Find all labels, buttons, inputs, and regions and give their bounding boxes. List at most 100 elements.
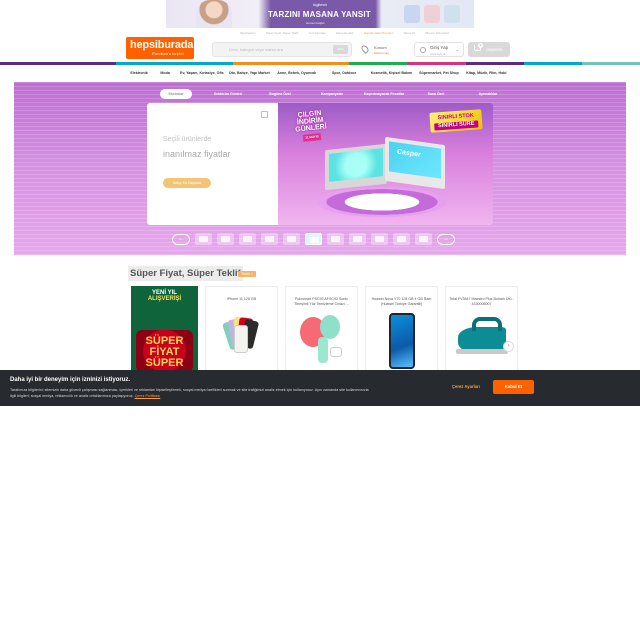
category-item[interactable]: Süpermarket, Pet Shop (415, 65, 462, 81)
slide-cta-button[interactable]: Satışı Ka Kaçırma (163, 178, 211, 188)
share-icon[interactable] (261, 111, 268, 118)
utility-link[interactable]: Hepsiburada Premium (364, 31, 394, 35)
carousel-thumb[interactable] (371, 233, 388, 245)
category-item[interactable]: Kitap, Müzik, Film, Hobi (463, 65, 510, 81)
product-image (298, 313, 346, 365)
category-nav: Elektronik Moda Ev, Yaşam, Kırtasiye, Of… (126, 65, 510, 81)
chevron-down-icon: ⌄ (455, 47, 459, 52)
carousel-thumb[interactable] (261, 233, 278, 245)
cookie-body: Tarafımıza bilgilerini; sitemizin daha g… (10, 388, 370, 399)
product-image (454, 313, 510, 357)
color-bar-segment (58, 62, 117, 65)
product-name: iPhone 11 128 GB (226, 297, 257, 301)
promo-date: 31 MAYIS (302, 133, 322, 142)
product-image (221, 313, 260, 365)
banner-headline: TARZINI MASANA YANSIT (268, 10, 371, 19)
banner-product-image (444, 5, 460, 23)
page: logitech TARZINI MASANA YANSIT Hemen keş… (0, 0, 640, 640)
product-card[interactable]: Tefal FV3847 Maestro Plus Buharlı Ütü - … (445, 286, 518, 376)
slide-stock-ribbon: SINIRLI STOK SINIRLI SÜRE (429, 109, 483, 133)
product-card[interactable]: Huawei Nova Y70 128 GB 4 GB Ram (Huawei … (365, 286, 438, 376)
laptop-image: Casper (385, 136, 445, 190)
category-item[interactable]: Elektronik (126, 65, 152, 81)
carousel-next-button[interactable]: → (437, 233, 455, 245)
category-item[interactable]: Spor, Outdoor (320, 65, 367, 81)
search-bar[interactable]: Ürün, kategori veya marka ara ARA (212, 42, 352, 57)
hero-slide[interactable]: Seçili ürünlerde inanılmaz fiyatlar Satı… (147, 103, 493, 225)
product-card[interactable]: Polosmart PSC92 AFSC92 Sonic Titreşimli … (285, 286, 358, 376)
utility-link[interactable]: Siparişlerim (240, 31, 256, 35)
carousel-thumb[interactable] (327, 233, 344, 245)
promo-card-title: YENİ YIL ALIŞVERİŞİ (131, 290, 198, 302)
product-carousel-next-button[interactable]: › (503, 341, 514, 352)
category-item[interactable]: Oto, Bahçe, Yapı Market (226, 65, 273, 81)
category-item[interactable]: Ev, Yaşam, Kırtasiye, Ofis (178, 65, 225, 81)
promo-card[interactable]: YENİ YIL ALIŞVERİŞİ SÜPER FİYAT SÜPER (131, 286, 198, 376)
product-name: Polosmart PSC92 AFSC92 Sonic Titreşimli … (294, 297, 349, 306)
slide-promo-badge: ÇILGIN İNDİRİM GÜNLERİ 31 MAYIS (285, 109, 336, 148)
utility-link[interactable]: Yurt dışından (308, 31, 326, 35)
product-card[interactable]: iPhone 11 128 GB (205, 286, 278, 376)
promo-card-slogan: SÜPER FİYAT SÜPER (131, 336, 198, 369)
location-pin-icon (360, 44, 370, 54)
cookie-settings-link[interactable]: Çerez Ayarları (452, 384, 480, 389)
hero-tab[interactable]: Bugüne Özel (254, 92, 306, 96)
hero-tab[interactable]: Ekstralar (160, 89, 192, 99)
laptop-image (325, 143, 387, 191)
utility-link[interactable]: Müşteri Hizmetleri (425, 31, 449, 35)
carousel-thumb[interactable] (239, 233, 256, 245)
carousel-thumb[interactable] (349, 233, 366, 245)
premium-prefix: Premium'u (152, 51, 171, 56)
category-item[interactable]: Anne, Bebek, Oyuncak (273, 65, 320, 81)
utility-bar: Siparişlerim Süper Fiyat, Süper Teklif Y… (240, 31, 449, 35)
cart-button[interactable]: 0 Sepetim (468, 42, 510, 57)
hero-tab[interactable]: Sektörün Günleri (202, 92, 254, 96)
product-name: Huawei Nova Y70 128 GB 4 GB Ram (Huawei … (371, 297, 432, 306)
hero-tab[interactable]: Sana Özel (410, 92, 462, 96)
product-carousel: YENİ YIL ALIŞVERİŞİ SÜPER FİYAT SÜPER iPhon… (131, 286, 518, 376)
carousel-thumb[interactable] (393, 233, 410, 245)
cookie-policy-link[interactable]: Çerez Politikası (135, 394, 161, 398)
carousel-thumb-active[interactable] (305, 233, 322, 245)
promo-card-line: ALIŞVERİŞİ (147, 296, 182, 302)
utility-link[interactable]: Süper Fiyat, Süper Teklif (266, 31, 299, 35)
color-bar-segment (0, 62, 59, 65)
banner-sub: Hemen keşfet (306, 21, 325, 25)
login-button[interactable]: Giriş Yap veya üye ol ⌄ (414, 42, 464, 57)
laptop-screen (329, 148, 383, 182)
hero-tab[interactable]: Kampanyalar (306, 92, 358, 96)
color-bar-segment (581, 62, 640, 65)
product-image (388, 313, 415, 369)
logo-text: hepsiburada (130, 39, 194, 51)
category-item[interactable]: Moda (152, 65, 178, 81)
laptop-screen (389, 141, 441, 179)
search-button[interactable]: ARA (333, 45, 348, 54)
hepsiburada-logo[interactable]: hepsiburada Premium'u keşfet (126, 37, 194, 59)
cookie-accept-button[interactable]: Kabul Et (493, 380, 534, 394)
login-title: Giriş Yap (430, 45, 449, 50)
location-title: Konum (374, 45, 387, 50)
slide-subtitle: Seçili ürünlerde (163, 136, 212, 143)
carousel-thumb[interactable] (195, 233, 212, 245)
cookie-body-text: Tarafımıza bilgilerini; sitemizin daha g… (10, 388, 369, 398)
search-input[interactable]: Ürün, kategori veya marka ara (229, 47, 283, 52)
carousel-thumb[interactable] (283, 233, 300, 245)
location-selector[interactable]: Konum Konum seç (360, 43, 406, 57)
slide-title: inanılmaz fiyatlar (163, 149, 231, 159)
utility-link[interactable]: Satıcı Ol (404, 31, 416, 35)
see-all-link[interactable]: Tümü > (238, 271, 256, 277)
hero-tab[interactable]: Kaçırılmayacak Fırsatlar (358, 92, 410, 96)
premium-suffix: keşfet (172, 51, 184, 56)
banner-product-image (404, 5, 420, 23)
category-item[interactable]: Kozmetik, Kişisel Bakım (368, 65, 415, 81)
hero-tabs: Ekstralar Sektörün Günleri Bugüne Özel K… (160, 88, 514, 100)
carousel-prev-button[interactable]: ← (172, 233, 190, 245)
color-bar-segment (523, 62, 582, 65)
carousel-thumb[interactable] (217, 233, 234, 245)
carousel-thumb[interactable] (415, 233, 432, 245)
slide-podium (317, 187, 447, 217)
top-ad-banner[interactable]: logitech TARZINI MASANA YANSIT Hemen keş… (166, 0, 474, 28)
utility-link[interactable]: Kampanyalar (336, 31, 354, 35)
cookie-heading: Daha iyi bir deneyim için izninizi istiy… (10, 377, 131, 383)
hero-tab[interactable]: Ayrıcalıklar (462, 92, 514, 96)
